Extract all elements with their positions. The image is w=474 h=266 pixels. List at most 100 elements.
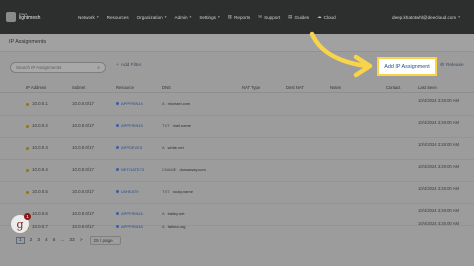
page-3-button[interactable]: 3 xyxy=(37,238,40,243)
next-page-button[interactable]: > xyxy=(80,238,83,243)
nav-support[interactable]: ✉ Support xyxy=(258,14,280,20)
resource-link[interactable]: LBHEAT9 xyxy=(116,189,139,194)
search-input[interactable] xyxy=(16,65,96,70)
subnet[interactable]: 10.0.0.0/17 xyxy=(72,145,94,150)
ip-address[interactable]: 10.0.0.4 xyxy=(32,167,48,172)
dns-type: A xyxy=(162,224,165,229)
resource-name: APPDEVE3 xyxy=(121,145,143,150)
resource-link[interactable]: APPFRIN16 xyxy=(116,211,143,216)
chevron-down-icon: ▾ xyxy=(96,15,99,19)
subnet[interactable]: 10.0.0.0/17 xyxy=(72,224,94,229)
dns-type: A xyxy=(162,145,165,150)
col-last-seen[interactable]: Last Seen xyxy=(418,85,437,90)
resource-link[interactable]: APPDEVE3 xyxy=(116,145,142,150)
resource-icon xyxy=(116,190,119,193)
table-row[interactable]: 10.0.0.2 10.0.0.0/17 APPFRIN15 TXT mail.n… xyxy=(0,116,474,138)
app-logo[interactable]: Cloud lightmesh xyxy=(6,12,62,22)
ip-address[interactable]: 10.0.0.5 xyxy=(32,189,48,194)
chevron-down-icon: ▾ xyxy=(217,15,220,19)
dns-name: rocky.name xyxy=(172,189,193,194)
col-nat-type[interactable]: NAT Type xyxy=(242,85,260,90)
resource-name: APPFRIN16 xyxy=(121,211,143,216)
release-icon: ⊘ xyxy=(440,63,445,68)
release-button[interactable]: ⊘ Release xyxy=(440,63,464,68)
status-dot-icon xyxy=(26,125,29,128)
nav-admin[interactable]: Admin ▾ xyxy=(175,15,192,20)
dns-name: michael.com xyxy=(167,101,191,106)
resource-name: APPFRIN18 xyxy=(121,224,143,229)
col-dest-nat[interactable]: Dest NAT xyxy=(286,85,304,90)
dns-record: Amichael.com xyxy=(162,101,190,106)
status-dot-icon xyxy=(26,169,29,172)
search-icon[interactable]: ⌕ xyxy=(97,65,100,71)
resource-icon xyxy=(116,124,119,127)
page-ellipsis[interactable]: ... xyxy=(60,238,64,243)
last-seen: 10/4/2024 3:26:00 AM xyxy=(418,142,459,147)
page-33-button[interactable]: 33 xyxy=(69,238,74,243)
resource-name: APPFRIN15 xyxy=(121,123,143,128)
nav-resources[interactable]: Resources xyxy=(107,15,129,20)
notification-badge: 1 xyxy=(24,213,31,220)
ip-address[interactable]: 10.0.0.6 xyxy=(32,211,48,216)
nav-cloud[interactable]: ☁ Cloud xyxy=(317,14,336,20)
add-ip-assignment-button[interactable]: Add IP Assignment xyxy=(377,57,437,76)
subnet[interactable]: 10.0.0.0/17 xyxy=(72,167,94,172)
page-1-button[interactable]: 1 xyxy=(16,237,25,244)
col-notes[interactable]: Notes xyxy=(330,85,341,90)
dns-type: TXT xyxy=(162,123,170,128)
last-seen: 10/4/2024 3:26:00 AM xyxy=(418,208,459,213)
col-resource[interactable]: Resource xyxy=(116,85,134,90)
resource-link[interactable]: NETGATE73 xyxy=(116,167,144,172)
col-ip-address[interactable]: IP Address xyxy=(26,85,46,90)
main-nav: Network ▾ Resources Organization ▾ Admin ▾ … xyxy=(78,14,344,20)
dns-name: white.net xyxy=(167,145,184,150)
page-title: IP Assignments xyxy=(9,39,47,45)
col-dns[interactable]: DNS xyxy=(162,85,171,90)
subnet[interactable]: 10.0.0.0/17 xyxy=(72,211,94,216)
dns-name: fatima.org xyxy=(167,224,186,229)
table-row[interactable]: 10.0.0.5 10.0.0.0/17 LBHEAT9 TXT rocky.na… xyxy=(0,182,474,204)
subnet[interactable]: 10.0.0.0/17 xyxy=(72,123,94,128)
ip-address[interactable]: 10.0.0.7 xyxy=(32,224,48,229)
nav-reports[interactable]: ▥ Reports xyxy=(228,14,250,20)
nav-organization[interactable]: Organization ▾ xyxy=(137,15,167,20)
resource-link[interactable]: APPFRIN18 xyxy=(116,224,143,229)
resource-name: NETGATE73 xyxy=(121,167,145,172)
page-2-button[interactable]: 2 xyxy=(30,238,33,243)
table-row[interactable]: 10.0.0.4 10.0.0.0/17 NETGATE73 CNAME duns… xyxy=(0,160,474,182)
resource-link[interactable]: APPFRIN15 xyxy=(116,123,143,128)
logo-title: lightmesh xyxy=(19,15,41,21)
resource-name: APPFRIN14 xyxy=(121,101,143,106)
table-row[interactable]: 10.0.0.3 10.0.0.0/17 APPDEVE3 Awhite.net… xyxy=(0,138,474,160)
page-5-button[interactable]: 5 xyxy=(53,238,56,243)
page-4-button[interactable]: 4 xyxy=(45,238,48,243)
col-contact[interactable]: Contact xyxy=(386,85,400,90)
subnet[interactable]: 10.0.0.0/17 xyxy=(72,189,94,194)
chevron-down-icon: ▾ xyxy=(458,15,460,19)
nav-network[interactable]: Network ▾ xyxy=(78,15,99,20)
dns-record: Abailey.net xyxy=(162,211,185,216)
last-seen: 10/4/2024 3:26:00 AM xyxy=(418,98,459,103)
plus-icon: + xyxy=(116,63,119,68)
nav-settings[interactable]: Settings ▾ xyxy=(199,15,219,20)
add-filter-button[interactable]: + Add Filter xyxy=(116,63,141,68)
ip-address[interactable]: 10.0.0.3 xyxy=(32,145,48,150)
resource-link[interactable]: APPFRIN14 xyxy=(116,101,143,106)
logo-icon xyxy=(6,12,16,22)
col-subnet[interactable]: Subnet xyxy=(72,85,85,90)
nav-guides-label: Guides xyxy=(294,14,310,20)
ip-address[interactable]: 10.0.0.1 xyxy=(32,101,48,106)
page-size-select[interactable]: 25 / page ▾ xyxy=(89,236,121,245)
table-row[interactable]: 10.0.0.7 10.0.0.0/17 APPFRIN18 Afatima.o… xyxy=(0,218,474,234)
resource-icon xyxy=(116,102,119,105)
resource-icon xyxy=(116,146,119,149)
last-seen: 10/4/2024 3:26:00 AM xyxy=(418,120,459,125)
page-size-value: 25 / page xyxy=(93,238,113,243)
ip-address[interactable]: 10.0.0.2 xyxy=(32,123,48,128)
nav-guides[interactable]: ▤ Guides xyxy=(288,14,309,20)
user-menu[interactable]: deep.khatotwhl@deecloud.com ▾ xyxy=(392,15,460,20)
table-row[interactable]: 10.0.0.1 10.0.0.0/17 APPFRIN14 Amichael.… xyxy=(0,94,474,116)
help-avatar[interactable]: g 1 xyxy=(11,213,31,233)
nav-settings-label: Settings xyxy=(199,14,216,20)
subnet[interactable]: 10.0.0.0/17 xyxy=(72,101,94,106)
